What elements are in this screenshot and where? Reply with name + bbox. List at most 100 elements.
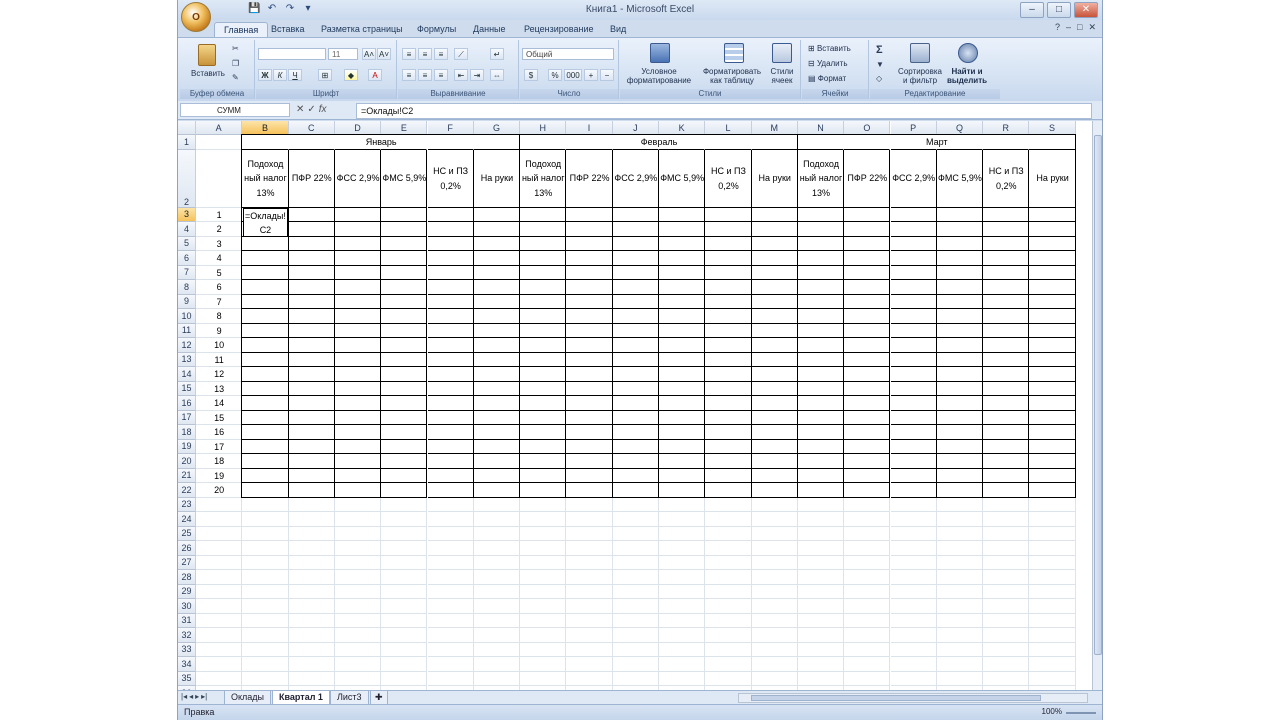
- cell[interactable]: [936, 396, 984, 411]
- cell[interactable]: [797, 207, 845, 222]
- row-header[interactable]: 29: [178, 584, 196, 599]
- cell[interactable]: [983, 526, 1030, 541]
- cell[interactable]: [844, 207, 891, 222]
- cell[interactable]: [427, 483, 474, 498]
- cell[interactable]: [520, 541, 567, 556]
- cell[interactable]: [751, 352, 798, 367]
- cell[interactable]: [334, 367, 382, 382]
- first-sheet-icon[interactable]: |◂: [181, 692, 187, 701]
- cell[interactable]: [890, 570, 937, 585]
- cell[interactable]: [844, 338, 891, 353]
- cell[interactable]: [844, 425, 891, 440]
- cell[interactable]: [751, 584, 798, 599]
- cell[interactable]: [983, 584, 1030, 599]
- cell[interactable]: [520, 280, 567, 295]
- cell[interactable]: [473, 570, 521, 585]
- delete-cells-button[interactable]: ⊟ Удалить: [808, 59, 847, 68]
- cell[interactable]: [1029, 251, 1076, 266]
- cell[interactable]: [566, 570, 613, 585]
- cell[interactable]: [797, 439, 845, 454]
- cell[interactable]: [890, 483, 937, 498]
- cell[interactable]: [242, 323, 289, 338]
- cell[interactable]: [520, 483, 567, 498]
- cell[interactable]: [751, 309, 798, 324]
- cell[interactable]: [936, 468, 984, 483]
- cell[interactable]: [520, 642, 567, 657]
- cell[interactable]: [936, 613, 984, 628]
- cell[interactable]: [520, 584, 567, 599]
- cell[interactable]: [520, 309, 567, 324]
- column-header[interactable]: B: [242, 121, 289, 135]
- cell[interactable]: [612, 352, 659, 367]
- cell[interactable]: [751, 468, 798, 483]
- cell[interactable]: [334, 352, 382, 367]
- cell[interactable]: [473, 367, 521, 382]
- align-bottom-icon[interactable]: ≡: [434, 48, 448, 60]
- cell[interactable]: [797, 642, 845, 657]
- cell[interactable]: [242, 309, 289, 324]
- vertical-scrollbar[interactable]: [1092, 121, 1102, 690]
- cell[interactable]: [612, 280, 659, 295]
- cell[interactable]: [334, 628, 382, 643]
- cell[interactable]: [381, 512, 428, 527]
- cell[interactable]: [659, 671, 706, 686]
- cell[interactable]: [797, 613, 845, 628]
- cell[interactable]: [473, 541, 521, 556]
- cell[interactable]: [196, 657, 243, 672]
- cell[interactable]: [797, 483, 845, 498]
- cell[interactable]: [1029, 599, 1076, 614]
- cell[interactable]: [242, 236, 289, 251]
- cell[interactable]: [520, 671, 567, 686]
- cell[interactable]: [890, 280, 937, 295]
- cell[interactable]: [473, 309, 521, 324]
- cell[interactable]: [659, 425, 706, 440]
- cell[interactable]: [659, 280, 706, 295]
- cell[interactable]: [427, 236, 474, 251]
- cancel-formula-icon[interactable]: ✕: [296, 104, 304, 115]
- cell[interactable]: [473, 236, 521, 251]
- cell[interactable]: [751, 512, 798, 527]
- cell[interactable]: [659, 584, 706, 599]
- cell[interactable]: [890, 439, 937, 454]
- row-header[interactable]: 33: [178, 642, 196, 657]
- cell[interactable]: [936, 541, 984, 556]
- cell[interactable]: [751, 613, 798, 628]
- row-header[interactable]: 14: [178, 367, 196, 382]
- row-header[interactable]: 16: [178, 396, 196, 411]
- cell[interactable]: [1029, 367, 1076, 382]
- cell[interactable]: [196, 135, 243, 150]
- cell[interactable]: [936, 512, 984, 527]
- cell[interactable]: [381, 280, 428, 295]
- cell[interactable]: [751, 425, 798, 440]
- cell[interactable]: [936, 454, 984, 469]
- cell[interactable]: [983, 541, 1030, 556]
- cell[interactable]: [936, 251, 984, 266]
- decrease-indent-icon[interactable]: ⇤: [454, 69, 468, 81]
- row-header[interactable]: 32: [178, 628, 196, 643]
- prev-sheet-icon[interactable]: ◂: [189, 692, 193, 701]
- cell[interactable]: [936, 352, 984, 367]
- cell[interactable]: [566, 512, 613, 527]
- cell[interactable]: [520, 367, 567, 382]
- row-header[interactable]: 25: [178, 526, 196, 541]
- increase-indent-icon[interactable]: ⇥: [470, 69, 484, 81]
- cell[interactable]: [659, 526, 706, 541]
- font-name-combo[interactable]: [258, 48, 326, 60]
- row-header[interactable]: 28: [178, 570, 196, 585]
- worksheet-grid[interactable]: A B C D E F G H I J K L M N O P Q R S 1 2 3 4 5 6 7 8 9 10 11 12 13 14 15…: [178, 121, 1092, 690]
- column-header[interactable]: E: [381, 121, 428, 135]
- cell[interactable]: [427, 439, 474, 454]
- cell[interactable]: [797, 323, 845, 338]
- zoom-slider[interactable]: [1066, 712, 1096, 714]
- cell[interactable]: [196, 642, 243, 657]
- cell[interactable]: [288, 309, 335, 324]
- cell[interactable]: [844, 309, 891, 324]
- sort-filter-icon[interactable]: [910, 43, 930, 63]
- cell[interactable]: [797, 497, 845, 512]
- maximize-button[interactable]: □: [1047, 2, 1071, 18]
- cell[interactable]: [288, 236, 335, 251]
- enter-formula-icon[interactable]: ✓: [307, 104, 315, 115]
- cell[interactable]: [705, 396, 752, 411]
- cell[interactable]: [334, 483, 382, 498]
- row-header[interactable]: 11: [178, 323, 196, 338]
